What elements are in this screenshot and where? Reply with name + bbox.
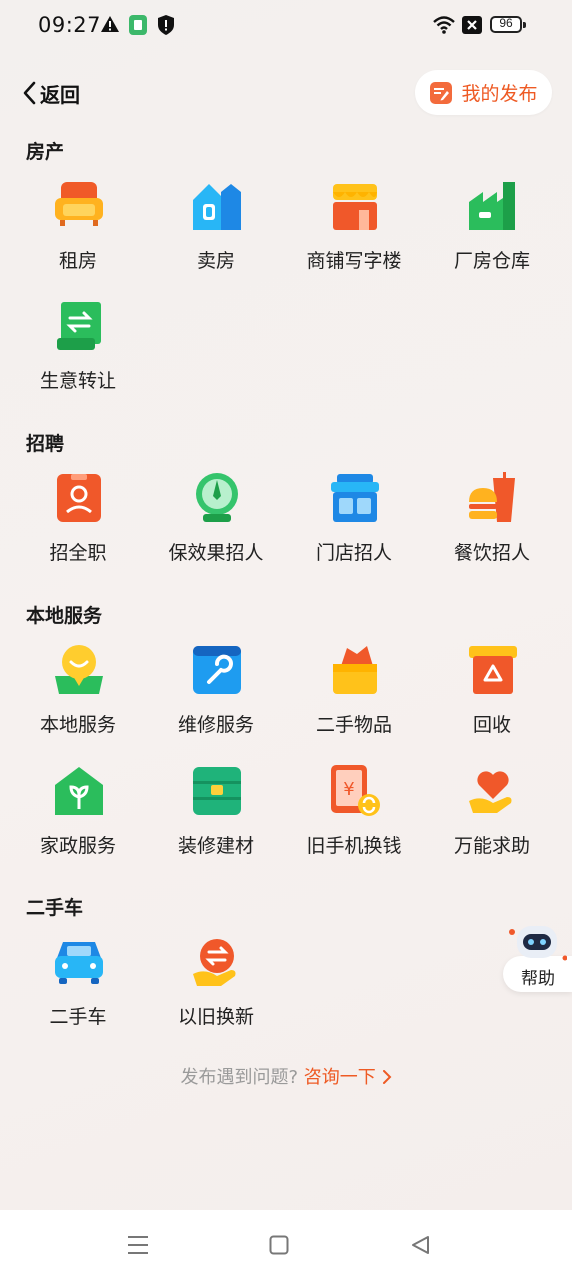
section-title-recruit: 招聘 — [26, 433, 65, 455]
cabinet-icon — [193, 767, 241, 815]
sofa-icon — [55, 182, 103, 226]
help-label: 帮助 — [521, 969, 555, 989]
shield-icon — [158, 15, 174, 35]
chevron-right-icon — [382, 1070, 391, 1084]
back-nav-icon[interactable] — [410, 1235, 430, 1255]
burger-drink-icon — [469, 472, 515, 522]
back-button[interactable]: 返回 — [22, 76, 80, 110]
chevron-left-icon — [23, 81, 36, 105]
section-title-local-service: 本地服务 — [26, 605, 103, 627]
warning-icon — [101, 16, 119, 32]
toolbox-wrench-icon — [193, 646, 241, 694]
help-button[interactable]: 帮助 — [503, 920, 572, 994]
compass-icon — [196, 473, 238, 522]
svg-text:¥: ¥ — [343, 779, 354, 800]
my-post-button[interactable]: 我的发布 — [415, 70, 552, 115]
consult-link[interactable]: 咨询一下 — [304, 1067, 392, 1088]
item-shop-office[interactable]: 商铺写字楼 — [285, 180, 423, 290]
store-icon — [331, 474, 379, 522]
item-business-transfer[interactable]: 生意转让 — [9, 300, 147, 410]
item-guaranteed-recruit[interactable]: 保效果招人 — [147, 472, 285, 582]
item-label: 保效果招人 — [168, 542, 264, 564]
badge-person-icon — [57, 474, 101, 522]
phone-yuan-icon: ¥ — [331, 765, 380, 816]
item-universal-help[interactable]: 万能求助 — [423, 765, 561, 875]
shop-icon — [333, 184, 377, 230]
recycle-box-icon — [469, 646, 517, 694]
item-local-service[interactable]: 本地服务 — [9, 644, 147, 754]
item-second-hand-goods[interactable]: 二手物品 — [285, 644, 423, 754]
item-used-car[interactable]: 二手车 — [9, 936, 147, 1046]
factory-icon — [469, 182, 515, 230]
item-old-phone-cash[interactable]: ¥ 旧手机换钱 — [285, 765, 423, 875]
no-sim-icon — [462, 16, 482, 34]
section-title-property: 房产 — [26, 141, 65, 163]
item-label: 回收 — [472, 714, 511, 736]
exchange-hand-icon — [193, 939, 236, 986]
item-label: 招全职 — [49, 542, 107, 564]
item-label: 维修服务 — [177, 714, 254, 736]
item-sell-house[interactable]: 卖房 — [147, 180, 285, 290]
item-decoration-materials[interactable]: 装修建材 — [147, 765, 285, 875]
item-factory-warehouse[interactable]: 厂房仓库 — [423, 180, 561, 290]
item-label: 厂房仓库 — [453, 250, 530, 272]
scroll-transfer-icon — [57, 302, 101, 350]
heart-hand-icon — [469, 771, 512, 813]
item-label: 二手车 — [49, 1006, 107, 1028]
status-bar: 09:27 96 — [0, 0, 572, 52]
battery-level: 96 — [499, 16, 513, 30]
item-label: 家政服务 — [39, 835, 116, 857]
gift-box-icon — [333, 646, 377, 694]
item-label: 门店招人 — [315, 542, 392, 564]
item-recycle[interactable]: 回收 — [423, 644, 561, 754]
item-store-recruit[interactable]: 门店招人 — [285, 472, 423, 582]
item-label: 旧手机换钱 — [306, 835, 402, 857]
consult-link-label: 咨询一下 — [303, 1067, 376, 1088]
consult-row: 发布遇到问题? 咨询一下 — [0, 1063, 572, 1089]
menu-icon[interactable] — [127, 1234, 149, 1256]
item-housekeeping[interactable]: 家政服务 — [9, 765, 147, 875]
item-label: 以旧换新 — [177, 1006, 254, 1028]
item-label: 卖房 — [196, 250, 235, 272]
edit-note-icon — [430, 81, 453, 104]
item-label: 二手物品 — [315, 714, 392, 736]
car-icon — [55, 942, 103, 984]
system-navbar — [0, 1210, 572, 1280]
item-label: 餐饮招人 — [453, 542, 530, 564]
status-time: 09:27 — [38, 13, 102, 37]
item-repair-service[interactable]: 维修服务 — [147, 644, 285, 754]
battery-icon: 96 — [490, 16, 526, 33]
section-title-used-car: 二手车 — [26, 897, 84, 919]
house-icon — [193, 184, 241, 230]
location-smile-icon — [55, 645, 103, 694]
item-label: 装修建材 — [177, 835, 254, 857]
item-label: 本地服务 — [39, 714, 116, 736]
robot-icon — [509, 926, 567, 961]
item-label: 生意转让 — [39, 370, 116, 392]
item-label: 万能求助 — [453, 835, 530, 857]
my-post-label: 我的发布 — [461, 83, 538, 105]
item-trade-in[interactable]: 以旧换新 — [147, 936, 285, 1046]
consult-question: 发布遇到问题? — [180, 1067, 299, 1088]
item-rent[interactable]: 租房 — [9, 180, 147, 290]
item-label: 租房 — [58, 250, 97, 272]
item-label: 商铺写字楼 — [306, 250, 402, 272]
home-icon[interactable] — [269, 1235, 289, 1255]
back-label: 返回 — [40, 82, 80, 107]
wifi-icon — [433, 16, 455, 34]
sim-app-icon — [129, 15, 147, 35]
item-catering-recruit[interactable]: 餐饮招人 — [423, 472, 561, 582]
item-fulltime[interactable]: 招全职 — [9, 472, 147, 582]
home-sprout-icon — [55, 767, 103, 815]
